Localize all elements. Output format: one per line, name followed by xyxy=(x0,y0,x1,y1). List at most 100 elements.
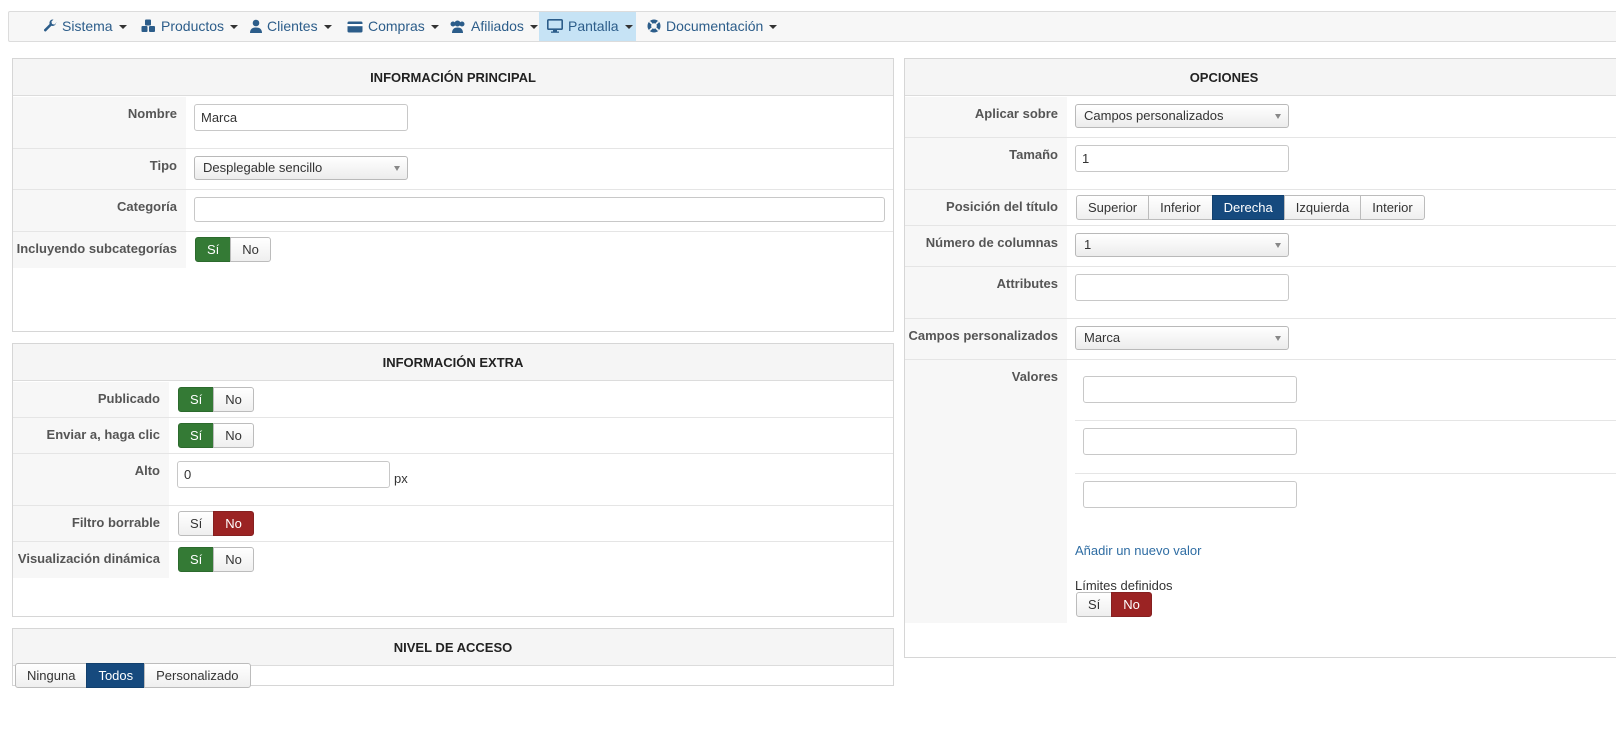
no-button[interactable]: No xyxy=(1111,592,1152,617)
nav-label: Sistema xyxy=(62,18,113,34)
users-icon xyxy=(449,14,466,43)
no-button[interactable]: No xyxy=(230,237,271,262)
field-row-categoria: Categoría xyxy=(13,190,893,232)
chevron-down-icon xyxy=(769,25,778,29)
yes-button[interactable]: Sí xyxy=(195,237,232,262)
field-label: Aplicar sobre xyxy=(905,97,1067,137)
nav-documentacion[interactable]: Documentación xyxy=(639,12,785,41)
chevron-down-icon xyxy=(1275,114,1281,119)
publicado-toggle: Sí No xyxy=(178,387,254,412)
cubes-icon xyxy=(141,14,156,43)
posicion-group: Superior Inferior Derecha Izquierda Inte… xyxy=(1076,195,1425,220)
enviar-toggle: Sí No xyxy=(178,423,254,448)
access-panel: NIVEL DE ACCESO Ninguna Todos Personaliz… xyxy=(12,628,894,688)
select-value: Desplegable sencillo xyxy=(203,160,323,175)
nav-compras[interactable]: Compras xyxy=(339,12,447,41)
chevron-down-icon xyxy=(394,166,400,171)
nav-label: Productos xyxy=(161,18,225,34)
field-label: Attributes xyxy=(905,267,1067,318)
posicion-inferior-button[interactable]: Inferior xyxy=(1148,195,1213,220)
field-row-aplicar: Aplicar sobre Campos personalizados xyxy=(905,97,1616,138)
field-row-alto: Alto px xyxy=(13,454,893,506)
unit-label: px xyxy=(394,471,408,486)
field-label: Publicado xyxy=(13,382,169,417)
posicion-superior-button[interactable]: Superior xyxy=(1076,195,1150,220)
valor-input[interactable] xyxy=(1083,428,1297,455)
select-value: 1 xyxy=(1084,237,1092,252)
field-row-campos: Campos personalizados Marca xyxy=(905,319,1616,360)
field-label: Enviar a, haga clic xyxy=(13,418,169,453)
wrench-icon xyxy=(43,14,57,43)
tipo-select[interactable]: Desplegable sencillo xyxy=(194,156,408,180)
panel-title: INFORMACIÓN EXTRA xyxy=(13,344,893,381)
visualizacion-toggle: Sí No xyxy=(178,547,254,572)
chevron-down-icon xyxy=(1275,243,1281,248)
columnas-select[interactable]: 1 xyxy=(1075,233,1289,257)
posicion-izquierda-button[interactable]: Izquierda xyxy=(1283,195,1362,220)
valor-input[interactable] xyxy=(1083,481,1297,508)
chevron-down-icon xyxy=(1275,336,1281,341)
nav-productos[interactable]: Productos xyxy=(133,12,246,41)
access-ninguna-button[interactable]: Ninguna xyxy=(15,663,88,688)
limites-label: Límites definidos xyxy=(1075,578,1173,593)
add-value-link[interactable]: Añadir un nuevo valor xyxy=(1075,543,1201,558)
valor-input[interactable] xyxy=(1083,376,1297,403)
posicion-interior-button[interactable]: Interior xyxy=(1360,195,1425,220)
aplicar-select[interactable]: Campos personalizados xyxy=(1075,104,1289,128)
field-label: Campos personalizados xyxy=(905,319,1067,359)
valor-row xyxy=(1075,421,1616,474)
yes-button[interactable]: Sí xyxy=(1076,592,1113,617)
nav-clientes[interactable]: Clientes xyxy=(242,12,340,41)
no-button[interactable]: No xyxy=(213,423,254,448)
field-row-visualizacion: Visualización dinámica Sí No xyxy=(13,542,893,578)
chevron-down-icon xyxy=(118,25,127,29)
campos-select[interactable]: Marca xyxy=(1075,326,1289,350)
field-row-attributes: Attributes xyxy=(905,267,1616,319)
access-personalizado-button[interactable]: Personalizado xyxy=(144,663,251,688)
field-label: Número de columnas xyxy=(905,226,1067,266)
field-label: Visualización dinámica xyxy=(13,542,169,578)
user-icon xyxy=(250,14,262,43)
yes-button[interactable]: Sí xyxy=(178,511,215,536)
limites-toggle: Sí No xyxy=(1076,592,1152,617)
field-row-filtro: Filtro borrable Sí No xyxy=(13,506,893,542)
monitor-icon xyxy=(547,14,563,43)
nombre-input[interactable] xyxy=(194,104,408,131)
credit-card-icon xyxy=(347,14,363,43)
nav-label: Afiliados xyxy=(471,18,524,34)
field-label: Categoría xyxy=(13,190,186,231)
attributes-input[interactable] xyxy=(1075,274,1289,301)
posicion-derecha-button[interactable]: Derecha xyxy=(1211,195,1285,220)
field-label: Valores xyxy=(905,360,1067,623)
field-row-subcategorias: Incluyendo subcategorías Sí No xyxy=(13,232,893,268)
subcategorias-toggle: Sí No xyxy=(195,237,271,262)
panel-title: OPCIONES xyxy=(905,59,1616,96)
panel-title: NIVEL DE ACCESO xyxy=(13,629,893,666)
nav-label: Clientes xyxy=(267,18,318,34)
alto-input[interactable] xyxy=(177,461,390,488)
nav-sistema[interactable]: Sistema xyxy=(35,12,135,41)
yes-button[interactable]: Sí xyxy=(178,547,215,572)
top-navbar: Sistema Productos Clientes Compras Afili… xyxy=(8,11,1616,42)
nav-afiliados[interactable]: Afiliados xyxy=(441,12,546,41)
access-todos-button[interactable]: Todos xyxy=(86,663,146,688)
chevron-down-icon xyxy=(624,25,633,29)
select-value: Campos personalizados xyxy=(1084,108,1224,123)
no-button[interactable]: No xyxy=(213,547,254,572)
field-row-publicado: Publicado Sí No xyxy=(13,382,893,418)
field-label: Posición del título xyxy=(905,190,1067,225)
field-label: Tipo xyxy=(13,149,186,189)
tamano-input[interactable] xyxy=(1075,145,1289,172)
field-row-tipo: Tipo Desplegable sencillo xyxy=(13,149,893,190)
chevron-down-icon xyxy=(323,25,332,29)
field-label: Tamaño xyxy=(905,138,1067,189)
nav-label: Documentación xyxy=(666,18,764,34)
yes-button[interactable]: Sí xyxy=(178,423,215,448)
categoria-input[interactable] xyxy=(194,197,885,222)
nav-label: Pantalla xyxy=(568,18,619,34)
field-row-valores: Valores Añadir un nuevo valor Límites de… xyxy=(905,360,1616,623)
no-button[interactable]: No xyxy=(213,511,254,536)
no-button[interactable]: No xyxy=(213,387,254,412)
nav-pantalla[interactable]: Pantalla xyxy=(539,12,636,41)
yes-button[interactable]: Sí xyxy=(178,387,215,412)
